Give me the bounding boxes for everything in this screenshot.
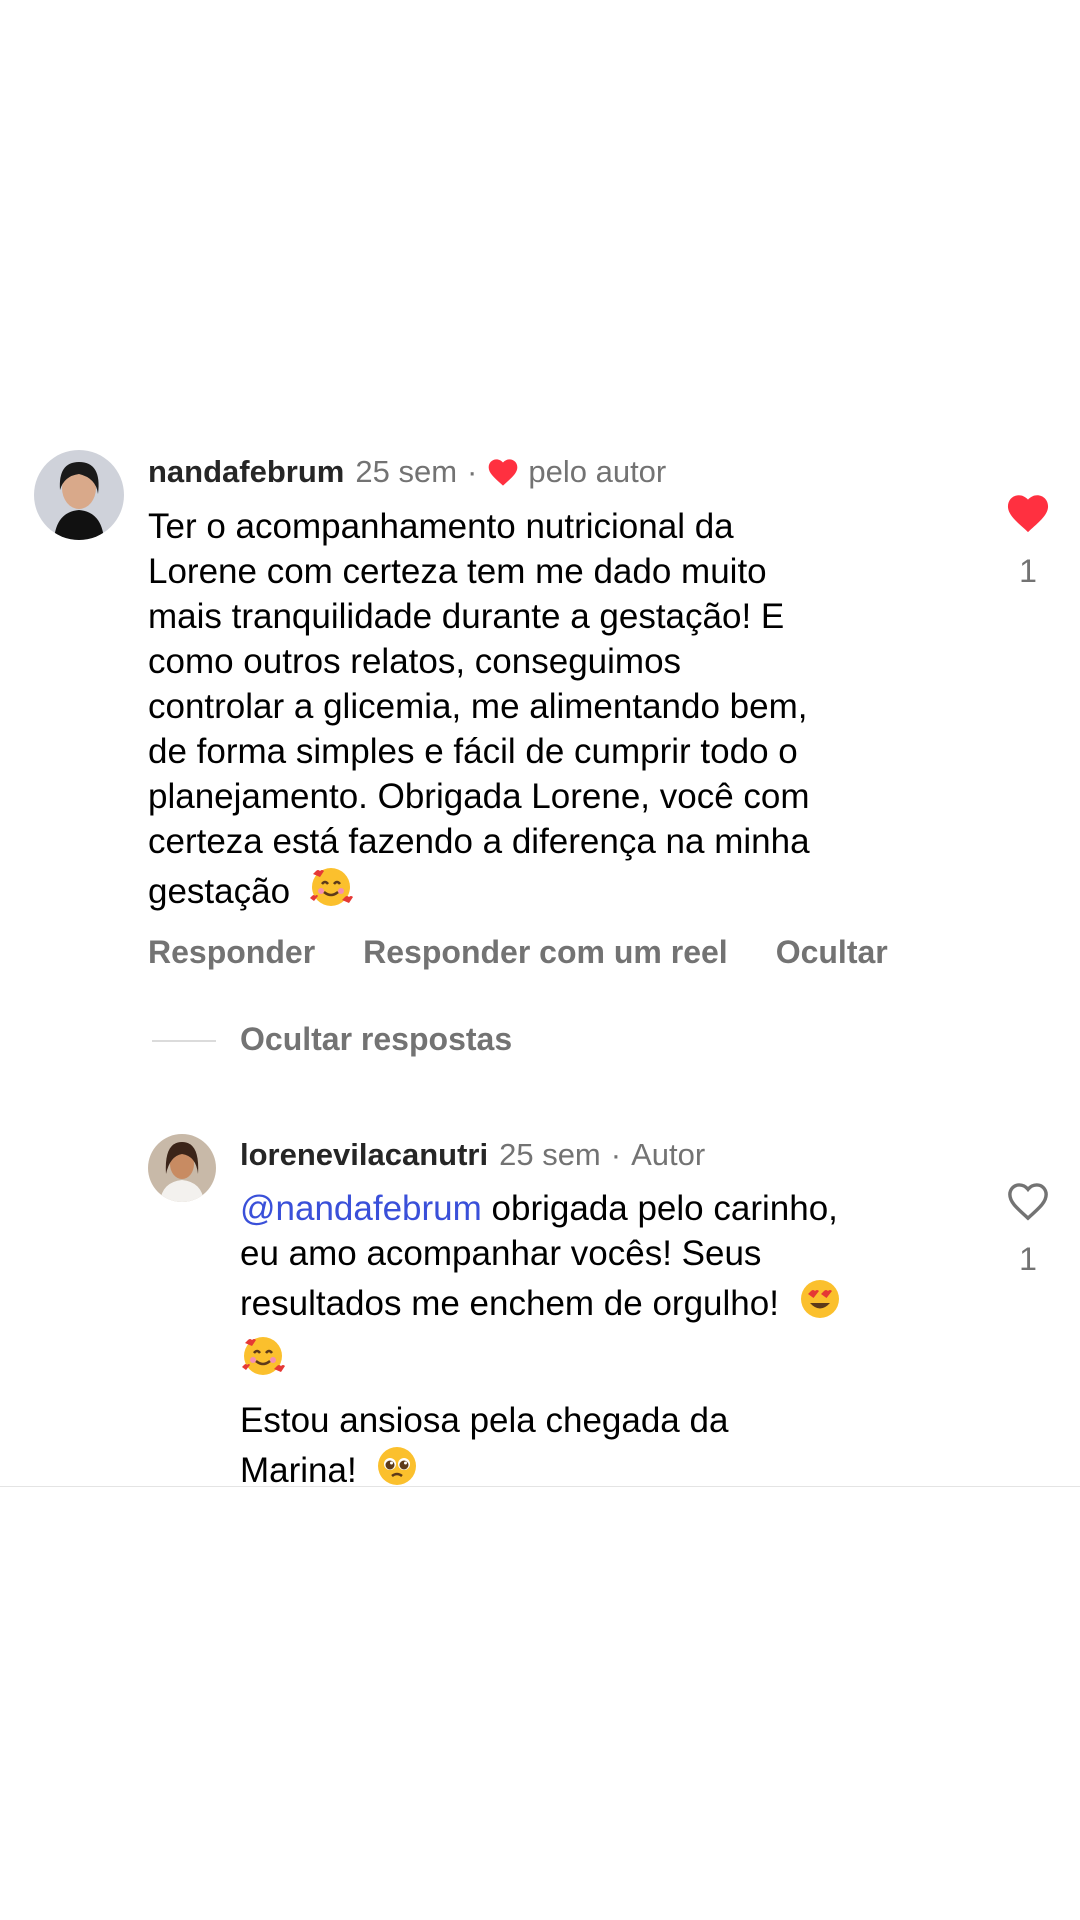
comment-line: como outros relatos, conseguimos xyxy=(148,642,682,681)
smiling-face-with-hearts-icon xyxy=(240,1333,286,1390)
reply-line: eu amo acompanhar vocês! Seus xyxy=(240,1234,762,1273)
reply-username[interactable]: lorenevilacanutri xyxy=(240,1137,488,1173)
mention-link[interactable]: @nandafebrum xyxy=(240,1189,482,1228)
reply-line-text: Marina! xyxy=(240,1451,357,1490)
heart-filled-icon[interactable] xyxy=(1005,492,1051,539)
heart-icon xyxy=(486,457,520,487)
author-badge: Autor xyxy=(631,1137,706,1172)
username[interactable]: nandafebrum xyxy=(148,454,344,490)
reply-avatar[interactable] xyxy=(148,1134,216,1202)
heart-outline-icon[interactable] xyxy=(1005,1180,1051,1227)
comment-line: certeza está fazendo a diferença na minh… xyxy=(148,822,810,861)
hide-replies-line xyxy=(152,1040,216,1042)
hide-replies-label: Ocultar respostas xyxy=(240,1021,513,1057)
like-count[interactable]: 1 xyxy=(998,553,1058,590)
comment-meta: nandafebrum 25 sem · pelo autor xyxy=(148,452,666,492)
reply-like-count[interactable]: 1 xyxy=(998,1241,1058,1278)
avatar[interactable] xyxy=(34,450,124,540)
reply-line: resultados me enchem de orgulho! xyxy=(240,1276,843,1333)
divider xyxy=(0,1486,1080,1487)
reply-emoji-line xyxy=(240,1333,843,1390)
separator-dot: · xyxy=(610,1137,622,1172)
comment-text: Ter o acompanhamento nutricional da Lore… xyxy=(148,504,810,921)
liked-by-author-label: pelo autor xyxy=(528,454,667,489)
comment-line: gestação xyxy=(148,872,291,911)
reply-with-reel-button[interactable]: Responder com um reel xyxy=(363,934,728,971)
reply-button[interactable]: Responder xyxy=(148,934,315,971)
comment-actions: Responder Responder com um reel Ocultar xyxy=(148,934,888,971)
timestamp: 25 sem xyxy=(355,454,458,489)
comment-line: Ter o acompanhamento nutricional da xyxy=(148,507,734,546)
hide-button[interactable]: Ocultar xyxy=(776,934,888,971)
reply-text: @nandafebrum obrigada pelo carinho, eu a… xyxy=(240,1186,843,1500)
comment-line: de forma simples e fácil de cumprir todo… xyxy=(148,732,798,771)
separator-dot: · xyxy=(467,454,478,489)
reply-like-area: 1 xyxy=(998,1180,1058,1278)
avatar-photo xyxy=(34,450,124,540)
pleading-face-icon xyxy=(374,1443,420,1500)
reply-timestamp: 25 sem xyxy=(499,1137,601,1172)
reply-line: Marina! xyxy=(240,1443,843,1500)
reply-line: @nandafebrum obrigada pelo carinho, xyxy=(240,1186,843,1231)
like-area: 1 xyxy=(998,492,1058,590)
reply-line-rest: obrigada pelo carinho, xyxy=(481,1189,838,1228)
comment-line: controlar a glicemia, me alimentando bem… xyxy=(148,687,808,726)
comment-line: mais tranquilidade durante a gestação! E xyxy=(148,597,785,636)
reply-avatar-photo xyxy=(148,1134,216,1202)
reply-line: Estou ansiosa pela chegada da xyxy=(240,1401,729,1440)
comment-line: Lorene com certeza tem me dado muito xyxy=(148,552,767,591)
reply-meta: lorenevilacanutri 25 sem · Autor xyxy=(240,1135,705,1175)
smiling-face-with-hearts-icon xyxy=(308,864,354,921)
reply-line-text: resultados me enchem de orgulho! xyxy=(240,1284,779,1323)
comment-line: planejamento. Obrigada Lorene, você com xyxy=(148,777,810,816)
comment-last-line: gestação xyxy=(148,864,810,921)
hide-replies-button[interactable]: Ocultar respostas xyxy=(240,1021,512,1058)
heart-eyes-icon xyxy=(797,1276,843,1333)
